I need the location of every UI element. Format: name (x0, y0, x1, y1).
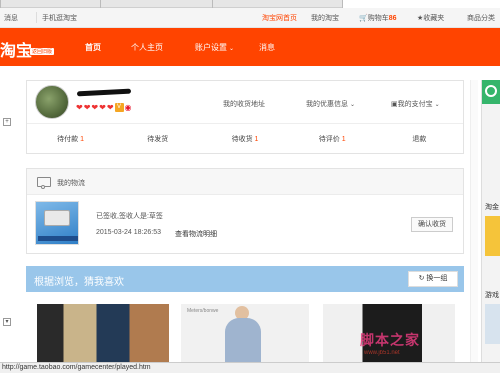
alipay-label: 我的支付宝 (397, 101, 433, 108)
product-tile[interactable] (37, 304, 169, 362)
order-label: 待收货 (231, 136, 253, 143)
taobao-home-link[interactable]: 淘宝网首页 (262, 13, 297, 23)
browser-status-bar: http://game.taobao.com/gamecenter/played… (0, 362, 500, 373)
order-pending-payment[interactable]: 待付款 1 (27, 134, 114, 144)
nav-account-settings[interactable]: 账户设置 ⌄ (195, 42, 234, 53)
divider (36, 12, 37, 23)
sidebar-ad-image[interactable] (485, 304, 500, 344)
chevron-down-icon: ⌄ (434, 102, 440, 108)
profile-card: ❤ ❤ ❤ ❤ ❤ V ◉ 我的收货地址 我的优惠信息 ⌄ ▣我的支付宝 ⌄ 待付款… (26, 80, 464, 154)
mobile-taobao-link[interactable]: 手机逛淘宝 (42, 13, 77, 23)
product-brand: Meters/bonwe (187, 308, 219, 314)
avatar[interactable] (35, 85, 69, 119)
heart-badge-icon: ❤ (106, 103, 114, 112)
nav-home[interactable]: 首页 (85, 42, 101, 53)
favorites-link[interactable]: ★收藏夹 (417, 13, 444, 23)
order-refund[interactable]: 退款 (376, 134, 463, 144)
heart-badge-icon: ❤ (83, 103, 91, 112)
order-label: 待评价 (318, 136, 340, 143)
circle-icon (485, 85, 497, 97)
browser-tab[interactable] (212, 0, 342, 8)
taobao-logo[interactable]: 淘宝 (0, 37, 32, 61)
sidebar-text: 淘金 (485, 204, 499, 211)
sidebar-text: 游戏 (485, 292, 499, 299)
product-tile[interactable] (323, 304, 455, 362)
chevron-down-icon: ⌄ (229, 46, 235, 52)
username-redacted (76, 88, 132, 97)
order-count: 1 (341, 136, 346, 143)
order-label: 退款 (412, 136, 427, 143)
order-pending-review[interactable]: 待评价 1 (289, 134, 376, 144)
product-thumbnail[interactable] (35, 201, 79, 245)
view-logistics-link[interactable]: 查看物流明细 (175, 229, 217, 239)
cart-count: 86 (388, 15, 397, 22)
scrollbar[interactable] (470, 80, 478, 362)
vip-badge-icon[interactable]: V (114, 103, 124, 112)
nav-account-settings-label: 账户设置 (195, 43, 227, 52)
refresh-icon: ↻ (418, 275, 425, 282)
right-sidebar: 淘金 游戏 (481, 80, 500, 362)
nav-messages[interactable]: 消息 (259, 42, 275, 53)
old-version-badge[interactable]: 返回旧版 (30, 48, 55, 55)
cart-icon: 🛒 (359, 15, 368, 22)
messages-link[interactable]: 消息 (4, 13, 18, 23)
order-pending-receipt[interactable]: 待收货 1 (201, 134, 288, 144)
refresh-recommendations-button[interactable]: ↻ 换一组 (408, 271, 458, 287)
expand-toggle-icon[interactable]: + (3, 118, 11, 126)
browser-tab[interactable] (100, 0, 212, 8)
cart-label: 购物车 (367, 15, 389, 22)
main-navbar: 淘宝 返回旧版 首页 个人主页 账户设置 ⌄ 消息 (0, 28, 500, 94)
product-label-strip (38, 236, 78, 241)
address-link[interactable]: 我的收货地址 (223, 99, 265, 109)
heart-badge-icon: ❤ (99, 103, 106, 112)
product-tile[interactable]: Meters/bonwe (181, 304, 309, 362)
collapse-toggle-icon[interactable]: ▾ (3, 318, 11, 326)
sidebar-widget[interactable] (482, 80, 500, 104)
coupons-label: 我的优惠信息 (306, 101, 348, 108)
nav-personal-page[interactable]: 个人主页 (131, 42, 163, 53)
site-topbar: 消息 手机逛淘宝 淘宝网首页 我的淘宝 🛒购物车86 ★收藏夹 商品分类 (0, 8, 500, 28)
refresh-label: 换一组 (426, 275, 448, 282)
order-count: 1 (254, 136, 259, 143)
delivery-date: 2015-03-24 18:26:53 (96, 229, 161, 236)
order-label: 待发货 (147, 136, 169, 143)
sidebar-ad-image[interactable] (485, 216, 500, 256)
my-taobao-link[interactable]: 我的淘宝 (311, 13, 339, 23)
cart-link[interactable]: 🛒购物车86 (359, 13, 397, 23)
heart-badge-icon: ❤ (91, 103, 99, 112)
logistics-card: 我的物流 已签收,签收人是:草签 2015-03-24 18:26:53 查看物… (26, 168, 464, 254)
browser-tab-active[interactable] (342, 0, 500, 8)
credit-badges: ❤ ❤ ❤ ❤ ❤ V ◉ (76, 103, 132, 112)
recommendation-title: 根据浏览，猜我喜欢 (34, 277, 124, 288)
order-count: 1 (80, 136, 85, 143)
usb-product-image (44, 210, 70, 226)
weibo-icon[interactable]: ◉ (125, 103, 132, 112)
chevron-down-icon: ⌄ (350, 102, 356, 108)
coupons-link[interactable]: 我的优惠信息 ⌄ (306, 99, 355, 109)
order-label: 待付款 (57, 136, 79, 143)
heart-badge-icon: ❤ (76, 103, 83, 112)
order-status-bar: 待付款 1 待发货 待收货 1 待评价 1 退款 (27, 123, 463, 154)
recommendation-header: 根据浏览，猜我喜欢 ↻ 换一组 (26, 266, 464, 292)
confirm-receipt-button[interactable]: 确认收货 (411, 217, 453, 232)
favorites-label: 收藏夹 (423, 15, 445, 22)
category-link[interactable]: 商品分类 (467, 13, 495, 23)
status-url: http://game.taobao.com/gamecenter/played… (2, 364, 151, 371)
model-figure (225, 318, 261, 362)
logistics-title: 我的物流 (57, 180, 85, 187)
truck-icon (37, 177, 51, 189)
recommendation-tiles: Meters/bonwe (26, 304, 464, 362)
browser-tab[interactable] (0, 0, 100, 8)
browser-tab-strip (0, 0, 500, 8)
logistics-header: 我的物流 (27, 169, 463, 195)
alipay-icon: ▣ (391, 101, 398, 108)
alipay-link[interactable]: ▣我的支付宝 ⌄ (391, 99, 440, 109)
delivery-status: 已签收,签收人是:草签 (96, 213, 163, 220)
order-pending-shipment[interactable]: 待发货 (114, 134, 201, 144)
